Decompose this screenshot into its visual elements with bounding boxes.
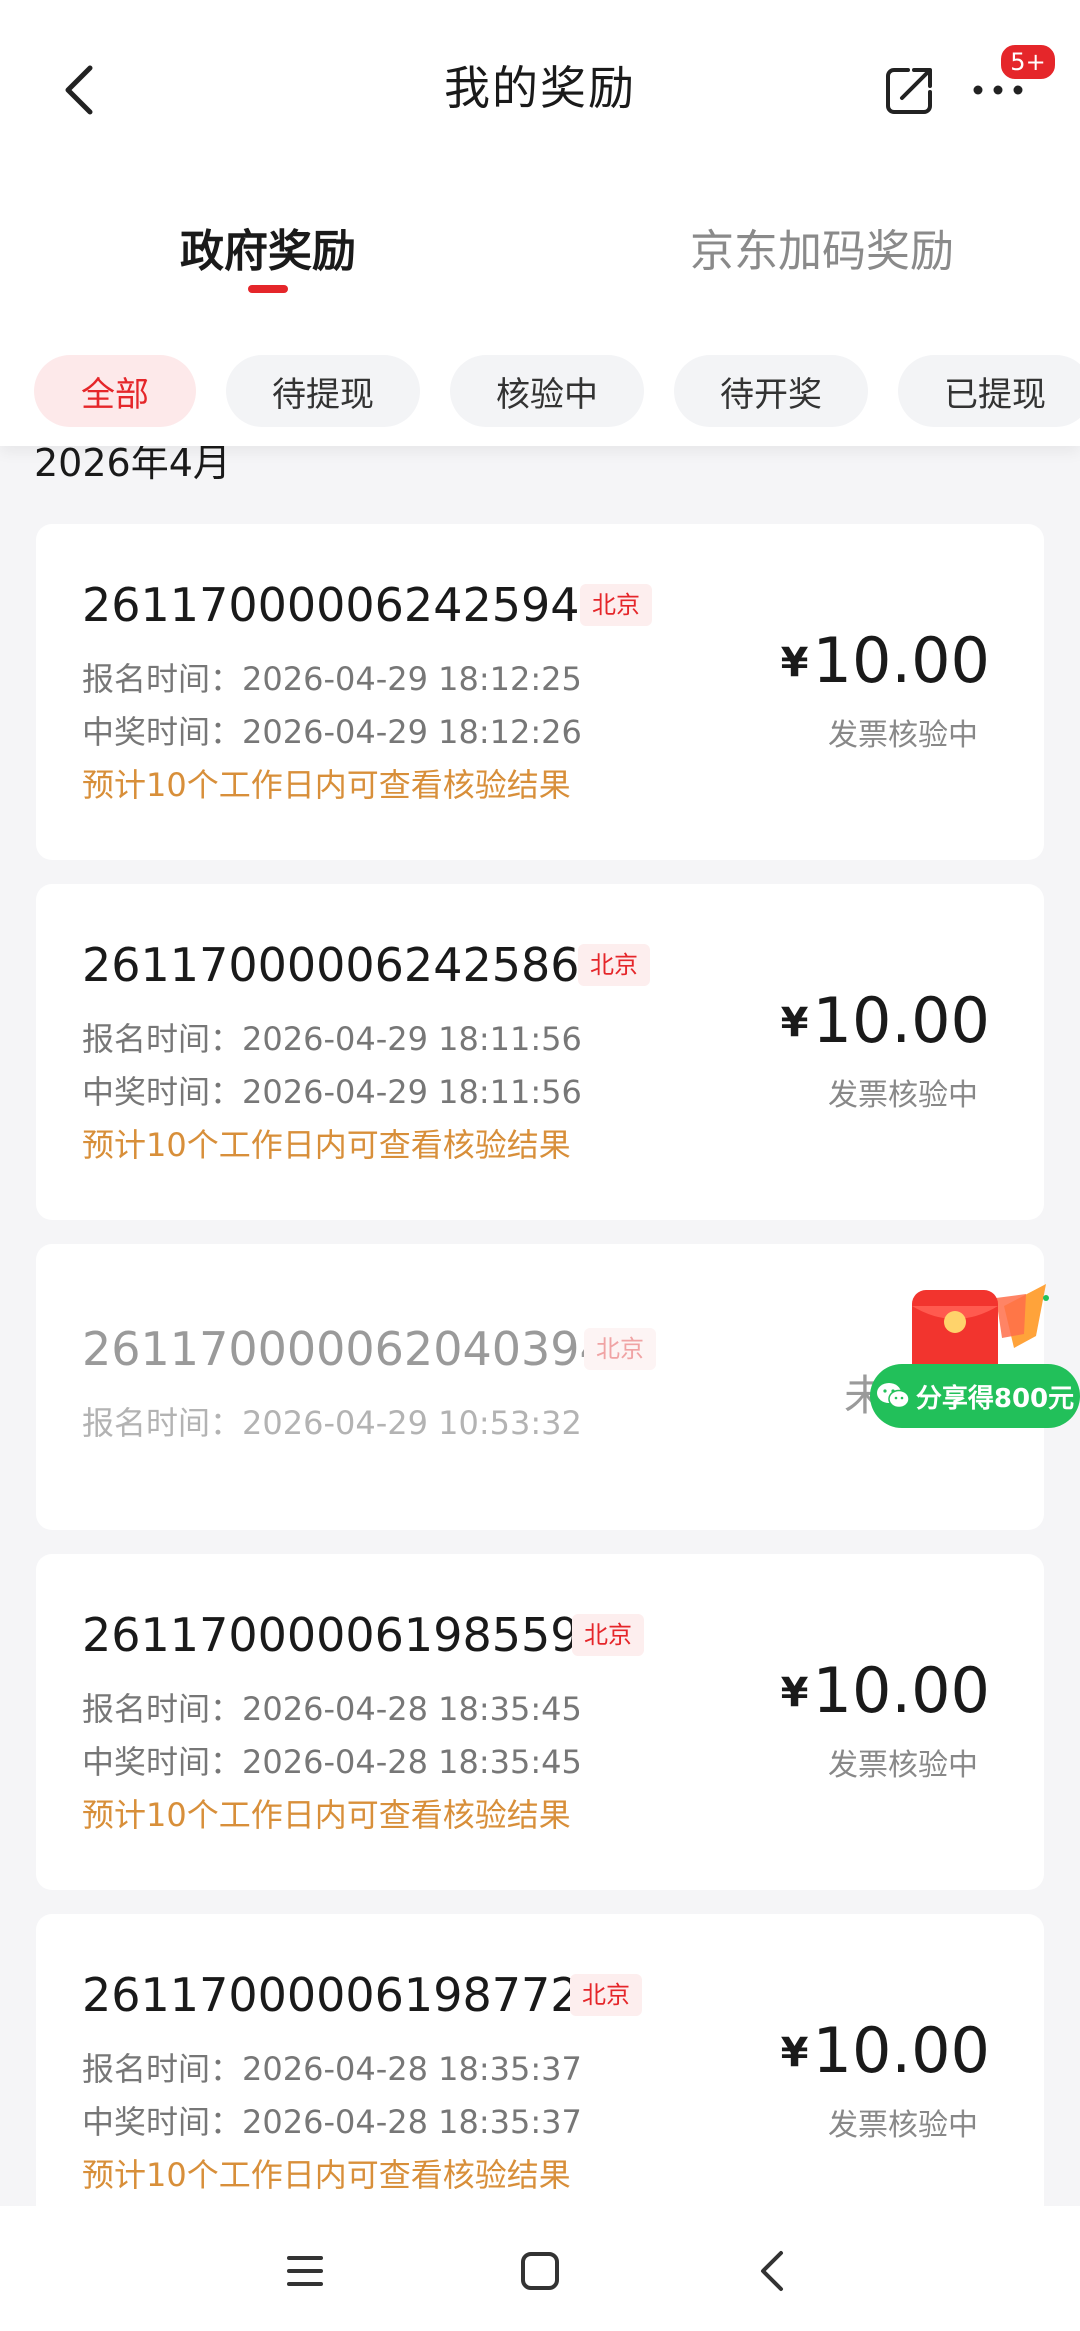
nav-bar: 我的奖励 5+ — [0, 0, 1080, 170]
reward-amount: ¥10.00 — [780, 1654, 990, 1727]
verify-hint: 预计10个工作日内可查看核验结果 — [82, 1126, 571, 1164]
city-tag: 北京 — [580, 584, 652, 626]
reward-card[interactable]: 2611700000619877263 北京 报名时间：2026-04-28 1… — [36, 1914, 1044, 2250]
city-tag: 北京 — [578, 944, 650, 986]
city-tag: 北京 — [572, 1614, 644, 1656]
reward-card[interactable]: 2611700000624258679 北京 报名时间：2026-04-29 1… — [36, 884, 1044, 1220]
reward-status: 发票核验中 — [828, 2108, 978, 2143]
share-pill[interactable]: 分享得800元 — [870, 1364, 1080, 1428]
reward-amount: ¥10.00 — [780, 624, 990, 697]
order-number: 2611700000619855997 — [82, 1608, 639, 1662]
filter-pending-draw[interactable]: 待开奖 — [674, 355, 868, 427]
signup-time: 报名时间：2026-04-29 18:11:56 — [82, 1020, 582, 1058]
menu-icon — [287, 2256, 323, 2286]
share-label: 分享得800元 — [915, 1383, 1075, 1414]
reward-amount: ¥10.00 — [780, 2014, 990, 2087]
win-time: 中奖时间：2026-04-28 18:35:45 — [82, 1743, 582, 1781]
chevron-left-icon — [761, 2251, 783, 2291]
system-nav-bar — [0, 2206, 1080, 2331]
reward-card[interactable]: 2611700000619855997 北京 报名时间：2026-04-28 1… — [36, 1554, 1044, 1890]
order-number: 2611700000620403947 — [82, 1322, 639, 1376]
system-back-button[interactable] — [742, 2241, 802, 2301]
verify-hint: 预计10个工作日内可查看核验结果 — [82, 1796, 571, 1834]
notification-badge: 5+ — [998, 42, 1058, 82]
signup-time: 报名时间：2026-04-29 18:12:25 — [82, 660, 582, 698]
win-time: 中奖时间：2026-04-28 18:35:37 — [82, 2103, 582, 2141]
tab-jd-bonus-reward[interactable]: 京东加码奖励 — [690, 215, 954, 279]
order-number: 2611700000619877263 — [82, 1968, 639, 2022]
verify-hint: 预计10个工作日内可查看核验结果 — [82, 766, 571, 804]
filter-verifying[interactable]: 核验中 — [450, 355, 644, 427]
filter-withdrawn[interactable]: 已提现 — [898, 355, 1080, 427]
reward-amount: ¥10.00 — [780, 984, 990, 1057]
share-button[interactable] — [872, 52, 948, 128]
signup-time: 报名时间：2026-04-28 18:35:37 — [82, 2050, 582, 2088]
win-time: 中奖时间：2026-04-29 18:12:26 — [82, 713, 582, 751]
wechat-icon — [876, 1383, 910, 1409]
header: 我的奖励 5+ 政府奖励 京东加码奖励 全部 待提现 核验中 待开奖 已提现 — [0, 0, 1080, 446]
signup-time: 报名时间：2026-04-29 10:53:32 — [82, 1404, 582, 1442]
reward-status: 发票核验中 — [828, 718, 978, 753]
filter-all[interactable]: 全部 — [34, 355, 196, 427]
more-icon — [973, 85, 1023, 95]
filter-pending-withdraw[interactable]: 待提现 — [226, 355, 420, 427]
city-tag: 北京 — [584, 1328, 656, 1370]
tab-underline — [248, 285, 288, 293]
reward-status: 发票核验中 — [828, 1748, 978, 1783]
menu-button[interactable] — [275, 2241, 335, 2301]
city-tag: 北京 — [570, 1974, 642, 2016]
signup-time: 报名时间：2026-04-28 18:35:45 — [82, 1690, 582, 1728]
win-time: 中奖时间：2026-04-29 18:11:56 — [82, 1073, 582, 1111]
tab-government-reward[interactable]: 政府奖励 — [180, 215, 356, 279]
share-reward-float[interactable]: 分享得800元 — [870, 1276, 1080, 1440]
order-number: 2611700000624258679 — [82, 938, 639, 992]
filter-chips: 全部 待提现 核验中 待开奖 已提现 — [0, 355, 1080, 431]
reward-card[interactable]: 2611700000624259462 北京 报名时间：2026-04-29 1… — [36, 524, 1044, 860]
tab-bar: 政府奖励 京东加码奖励 — [0, 195, 1080, 315]
home-square-icon — [521, 2252, 559, 2290]
order-number: 2611700000624259462 — [82, 578, 639, 632]
home-button[interactable] — [510, 2241, 570, 2301]
share-icon — [886, 68, 932, 114]
reward-status: 发票核验中 — [828, 1078, 978, 1113]
verify-hint: 预计10个工作日内可查看核验结果 — [82, 2156, 571, 2194]
